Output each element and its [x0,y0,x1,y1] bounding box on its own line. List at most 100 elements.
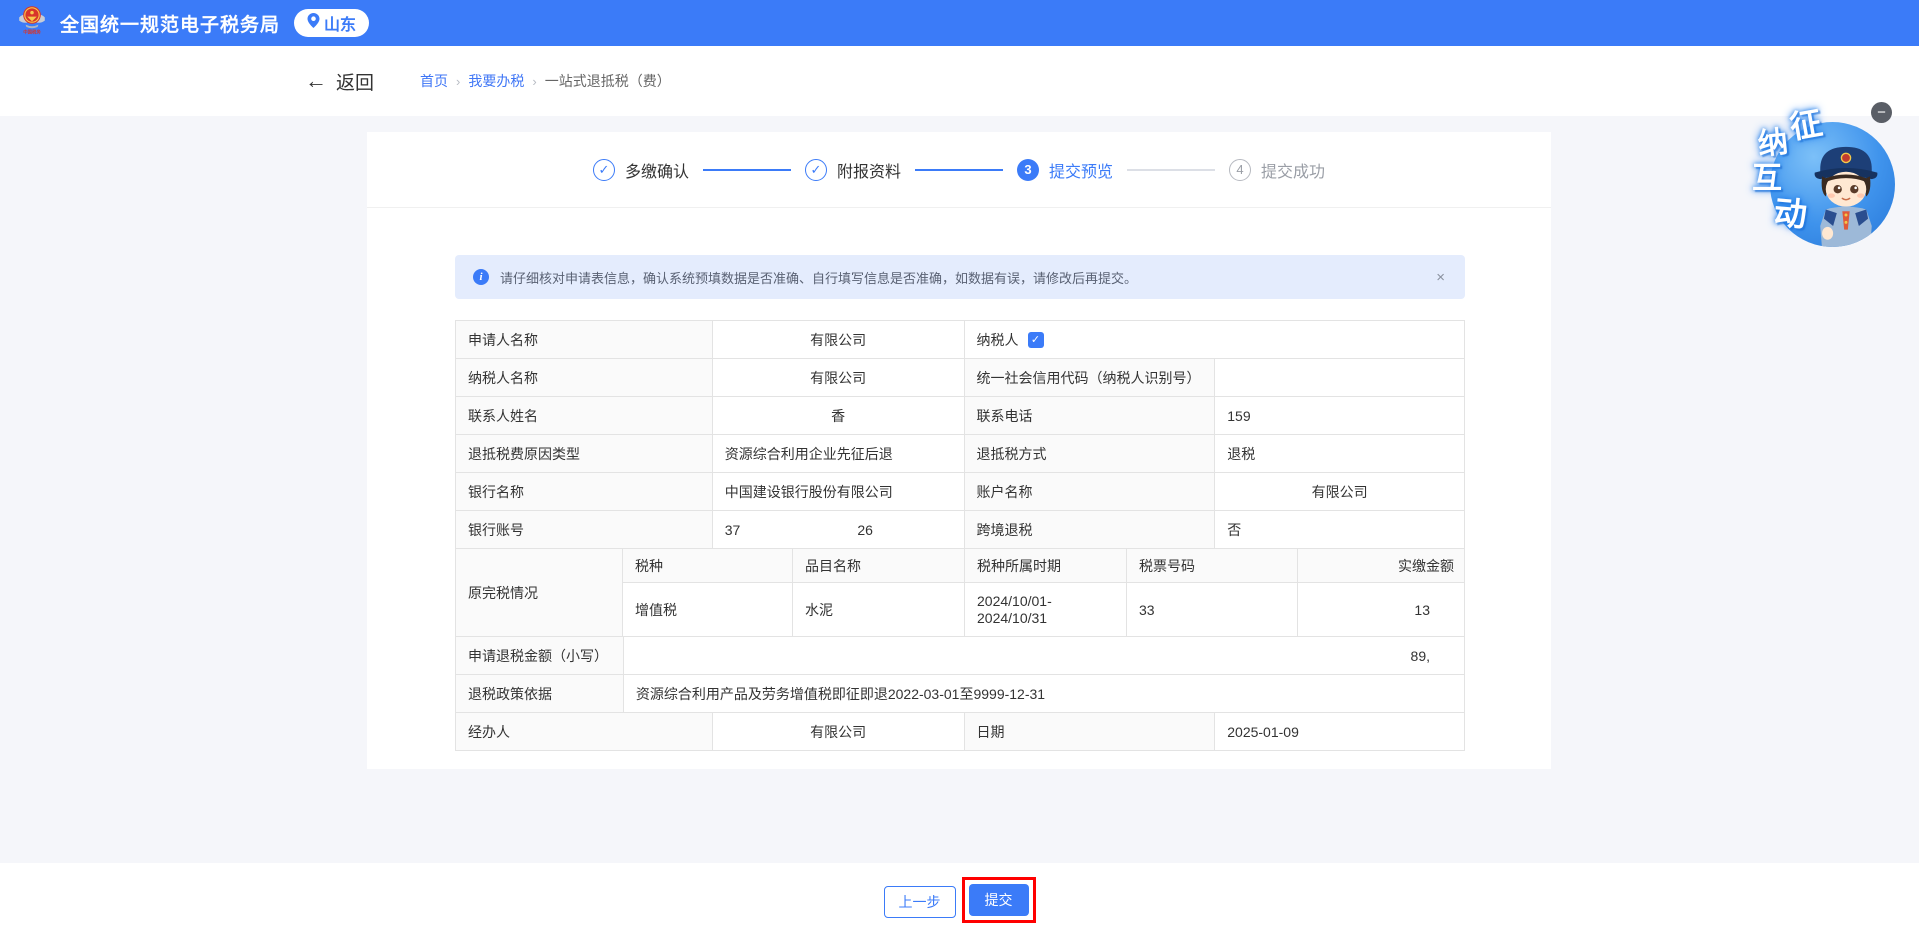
mascot-char: 征 [1787,104,1825,146]
reason-value: 资源综合利用企业先征后退 [712,435,965,473]
account-name-label: 账户名称 [964,473,1216,511]
bank-value: 中国建设银行股份有限公司 [712,473,965,511]
period-header: 税种所属时期 [965,549,1127,583]
taxpayer-name-label: 纳税人名称 [456,359,713,397]
original-tax-label: 原完税情况 [456,549,623,637]
invoice-no-header: 税票号码 [1127,549,1298,583]
back-arrow-icon: ← [305,68,327,93]
breadcrumb-current: 一站式退抵税（费） [544,73,671,89]
applicant-label: 申请人名称 [456,321,713,359]
breadcrumb: 首页 › 我要办税 › 一站式退抵税（费） [420,71,671,91]
contact-label: 联系人姓名 [456,397,713,435]
step-connector [702,168,791,171]
amount-header: 实缴金额 [1298,549,1465,583]
footer-bar: 上一步 提交 [0,863,1919,933]
agent-label: 经办人 [456,713,713,751]
invoice-no-value: 33 [1127,583,1298,637]
submit-button[interactable]: 提交 [968,884,1029,916]
table-row: 退税政策依据 资源综合利用产品及劳务增值税即征即退2022-03-01至9999… [456,675,1465,713]
original-tax-data-row: 增值税 水泥 2024/10/01-2024/10/31 33 13 [623,583,1465,637]
table-row: 申请退税金额（小写） 89, [456,637,1465,675]
click-annotation-highlight: 提交 [961,877,1036,923]
credit-code-value [1215,359,1465,397]
account-name-value: 有限公司 [1215,473,1465,511]
bank-account-value: 37 26 [712,511,965,549]
phone-label: 联系电话 [964,397,1216,435]
period-value: 2024/10/01-2024/10/31 [965,583,1127,637]
original-tax-section: 原完税情况 税种 品目名称 税种所属时期 税票号码 实缴金额 增值税 水泥 20… [456,549,1465,637]
alert-text: 请仔细核对申请表信息，确认系统预填数据是否准确、自行填写信息是否准确，如数据有误… [500,270,1138,286]
item-name-value: 水泥 [793,583,965,637]
agent-value: 有限公司 [712,713,965,751]
refund-amount-value: 89, [623,637,1465,675]
step-3-label: 提交预览 [1049,163,1114,181]
method-label: 退抵税方式 [964,435,1216,473]
mascot-char: 互 [1752,162,1782,195]
info-alert: i 请仔细核对申请表信息，确认系统预填数据是否准确、自行填写信息是否准确，如数据… [455,255,1465,299]
minimize-icon[interactable]: − [1871,102,1892,123]
crossborder-value: 否 [1215,511,1465,549]
breadcrumb-home[interactable]: 首页 [420,71,448,91]
step-1-label: 多缴确认 [624,163,689,181]
phone-value: 159 [1215,397,1465,435]
contact-value: 香 [712,397,965,435]
alert-close-icon[interactable]: × [1434,269,1447,286]
step-1-check-icon: ✓ [592,158,615,181]
back-label: 返回 [336,72,375,94]
amount-value: 13 [1298,583,1465,637]
step-connector [1127,168,1216,171]
region-label: 山东 [324,17,357,34]
tax-type-header: 税种 [623,549,793,583]
app-title: 全国统一规范电子税务局 [60,14,281,36]
previous-step-button[interactable]: 上一步 [883,886,956,918]
interaction-assistant-widget[interactable]: 征 纳 互 动 − [1750,95,1910,247]
step-3-number: 3 [1017,158,1039,181]
step-indicator: ✓ 多缴确认 ✓ 附报资料 3 提交预览 4 提交成功 [367,132,1551,208]
bank-account-suffix: 26 [857,521,873,538]
svg-text:中国税务: 中国税务 [23,28,41,35]
table-row: 纳税人名称 有限公司 统一社会信用代码（纳税人识别号） [456,359,1465,397]
tax-officer-mascot [1814,146,1878,247]
table-row: 银行账号 37 26 跨境退税 否 [456,511,1465,549]
table-row: 申请人名称 有限公司 纳税人 ✓ [456,321,1465,359]
location-pin-icon [307,13,320,33]
app-header: 中国税务 全国统一规范电子税务局 山东 [0,0,1919,46]
step-4-label: 提交成功 [1261,163,1326,181]
content-card: ✓ 多缴确认 ✓ 附报资料 3 提交预览 4 提交成功 i 请仔细核对申请表信息… [367,132,1551,769]
info-icon: i [473,269,489,285]
original-tax-header-row: 税种 品目名称 税种所属时期 税票号码 实缴金额 [623,549,1465,583]
taxpayer-check-label: 纳税人 [976,331,1019,348]
step-2-check-icon: ✓ [804,158,827,181]
step-2: ✓ 附报资料 [804,158,901,182]
taxpayer-name-value: 有限公司 [712,359,965,397]
refund-amount-label: 申请退税金额（小写） [456,637,624,675]
table-row: 经办人 有限公司 日期 2025-01-09 [456,713,1465,751]
policy-label: 退税政策依据 [456,675,624,713]
breadcrumb-separator-icon: › [532,73,537,89]
step-3: 3 提交预览 [1017,158,1113,182]
step-4-number: 4 [1229,158,1252,181]
step-connector [915,168,1003,171]
date-value: 2025-01-09 [1215,713,1465,751]
breadcrumb-bar: ← 返回 首页 › 我要办税 › 一站式退抵税（费） [0,46,1919,116]
date-label: 日期 [964,713,1216,751]
tax-emblem-logo: 中国税务 [14,3,50,43]
step-4: 4 提交成功 [1229,158,1325,182]
bank-account-prefix: 37 [724,521,741,538]
method-value: 退税 [1215,435,1465,473]
region-selector[interactable]: 山东 [294,9,370,37]
bank-account-label: 银行账号 [456,511,713,549]
taxpayer-checkbox[interactable]: ✓ [1027,331,1044,348]
breadcrumb-separator-icon: › [456,73,461,89]
breadcrumb-section[interactable]: 我要办税 [468,71,524,91]
step-1: ✓ 多缴确认 [592,158,689,182]
back-button[interactable]: ← 返回 [305,68,374,95]
item-name-header: 品目名称 [793,549,965,583]
credit-code-label: 统一社会信用代码（纳税人识别号） [964,359,1216,397]
table-row: 银行名称 中国建设银行股份有限公司 账户名称 有限公司 [456,473,1465,511]
policy-value: 资源综合利用产品及劳务增值税即征即退2022-03-01至9999-12-31 [623,675,1465,713]
taxpayer-check-cell: 纳税人 ✓ [964,321,1465,359]
applicant-value: 有限公司 [712,321,965,359]
refund-preview-table: 申请人名称 有限公司 纳税人 ✓ 纳税人名称 有限公司 统一社会信用代码（纳税人… [455,320,1465,751]
bank-label: 银行名称 [456,473,713,511]
